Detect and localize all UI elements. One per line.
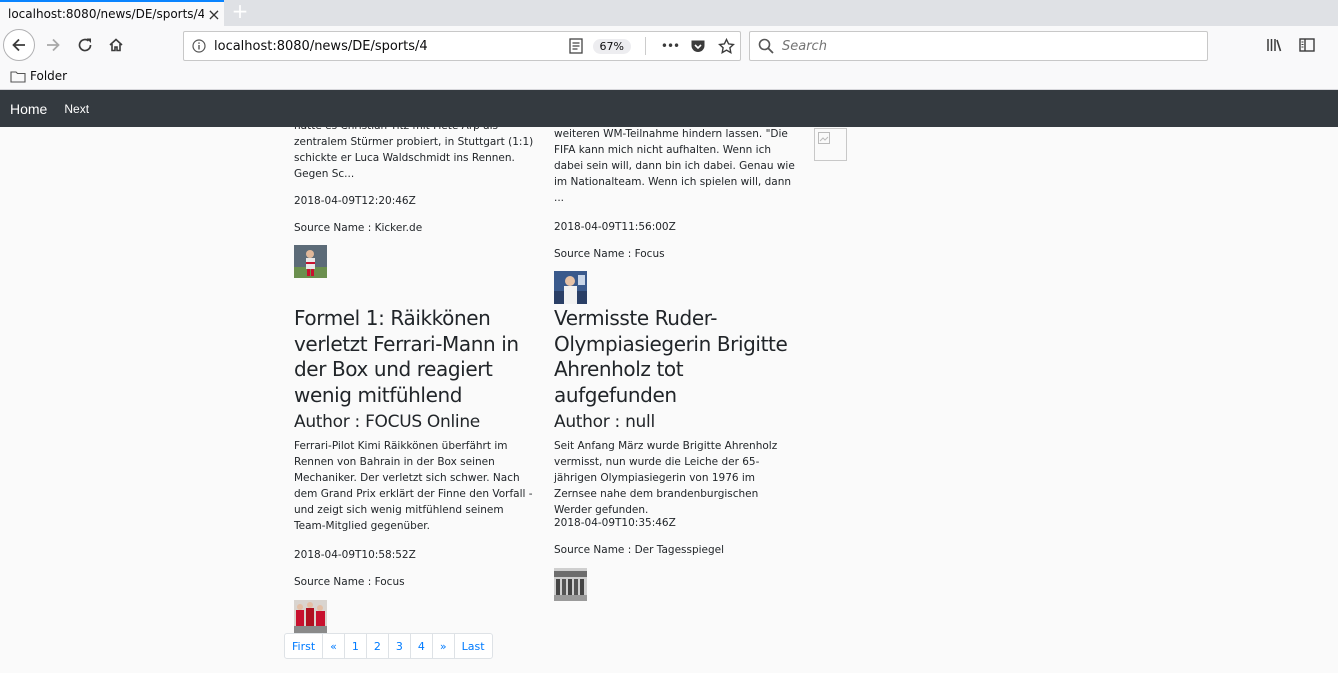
info-icon[interactable] bbox=[184, 39, 214, 53]
folder-icon bbox=[10, 70, 26, 83]
reload-icon bbox=[78, 38, 92, 52]
tab-title: localhost:8080/news/DE/sports/4 bbox=[8, 7, 204, 21]
bookmarks-toolbar: Folder bbox=[0, 66, 1338, 90]
article-source: Source Name : Kicker.de bbox=[294, 222, 423, 234]
search-input[interactable] bbox=[782, 38, 1182, 54]
bookmark-folder[interactable]: Folder bbox=[10, 69, 67, 83]
broken-image-placeholder bbox=[814, 128, 847, 161]
article-date: 2018-04-09T11:56:00Z bbox=[554, 221, 676, 233]
arrow-right-icon bbox=[47, 38, 60, 52]
article-title[interactable]: Vermisste Ruder-Olympiasiegerin Brigitte… bbox=[554, 306, 798, 408]
article-source: Source Name : Der Tagesspiegel bbox=[554, 544, 725, 556]
page-viewport: Home Next hatte es Christian Titz mit Fi… bbox=[0, 90, 1338, 673]
article-author: Author : null bbox=[554, 412, 655, 432]
article-description: hatte es Christian Titz mit Fiete Arp al… bbox=[294, 120, 534, 180]
back-button[interactable] bbox=[3, 29, 35, 61]
page-first-link[interactable]: First bbox=[285, 634, 324, 658]
pocket-icon[interactable] bbox=[684, 39, 712, 54]
page-2-link[interactable]: 2 bbox=[367, 634, 389, 658]
page-1-link[interactable]: 1 bbox=[345, 634, 367, 658]
search-icon bbox=[758, 38, 774, 54]
article-description: Ferrari-Pilot Kimi Räikkönen überfährt i… bbox=[294, 440, 533, 532]
article-source: Source Name : Focus bbox=[554, 248, 665, 260]
sidebar-icon bbox=[1299, 38, 1315, 52]
url-separator bbox=[645, 37, 646, 55]
reader-view-icon[interactable] bbox=[565, 38, 587, 54]
zoom-level-badge[interactable]: 67% bbox=[592, 38, 631, 54]
page-next-link[interactable]: » bbox=[433, 634, 455, 658]
browser-tab[interactable]: localhost:8080/news/DE/sports/4 × bbox=[0, 0, 224, 26]
news-card-partial: weiteren WM-Teilnahme hindern lassen. "D… bbox=[554, 126, 798, 206]
article-description: Seit Anfang März wurde Brigitte Ahrenhol… bbox=[554, 440, 778, 516]
browser-toolbar: localhost:8080/news/DE/sports/4 67% ••• bbox=[0, 26, 1338, 66]
new-tab-button[interactable]: + bbox=[228, 0, 252, 24]
article-thumbnail[interactable] bbox=[554, 271, 798, 304]
close-tab-icon[interactable]: × bbox=[204, 5, 224, 24]
nav-next-link[interactable]: Next bbox=[64, 102, 89, 116]
url-bar[interactable]: localhost:8080/news/DE/sports/4 67% ••• bbox=[183, 31, 741, 61]
page-4-link[interactable]: 4 bbox=[411, 634, 433, 658]
forward-button[interactable] bbox=[38, 30, 68, 60]
article-date: 2018-04-09T10:58:52Z bbox=[294, 549, 416, 561]
reload-button[interactable] bbox=[70, 30, 100, 60]
news-card-partial: hatte es Christian Titz mit Fiete Arp al… bbox=[294, 118, 538, 182]
article-thumbnail[interactable] bbox=[294, 600, 538, 633]
bookmark-folder-label: Folder bbox=[30, 69, 68, 83]
page-prev-link[interactable]: « bbox=[323, 634, 345, 658]
url-text[interactable]: localhost:8080/news/DE/sports/4 bbox=[214, 39, 565, 54]
news-card: Formel 1: Räikkönen verletzt Ferrari-Man… bbox=[294, 306, 538, 534]
broken-image-icon bbox=[818, 132, 830, 144]
search-bar[interactable] bbox=[749, 31, 1208, 61]
more-actions-icon[interactable]: ••• bbox=[656, 39, 684, 53]
article-date: 2018-04-09T12:20:46Z bbox=[294, 195, 416, 207]
bookmark-star-icon[interactable] bbox=[712, 37, 740, 55]
tab-bar: localhost:8080/news/DE/sports/4 × + bbox=[0, 0, 1338, 26]
article-description: weiteren WM-Teilnahme hindern lassen. "D… bbox=[554, 128, 795, 204]
article-thumbnail[interactable] bbox=[554, 568, 798, 601]
library-icon bbox=[1267, 39, 1282, 52]
sidebar-toggle-button[interactable] bbox=[1292, 30, 1322, 60]
article-date: 2018-04-09T10:35:46Z bbox=[554, 517, 676, 529]
library-button[interactable] bbox=[1260, 30, 1290, 60]
home-button[interactable] bbox=[101, 30, 131, 60]
site-navbar: Home Next bbox=[0, 90, 1338, 127]
article-author: Author : FOCUS Online bbox=[294, 412, 480, 432]
article-title[interactable]: Formel 1: Räikkönen verletzt Ferrari-Man… bbox=[294, 306, 538, 408]
home-icon bbox=[109, 38, 123, 52]
nav-home-link[interactable]: Home bbox=[10, 101, 47, 117]
page-3-link[interactable]: 3 bbox=[389, 634, 411, 658]
news-card: Vermisste Ruder-Olympiasiegerin Brigitte… bbox=[554, 306, 798, 518]
arrow-left-icon bbox=[12, 38, 25, 52]
page-last-link[interactable]: Last bbox=[455, 634, 492, 658]
pagination: First « 1 2 3 4 » Last bbox=[284, 633, 493, 659]
article-source: Source Name : Focus bbox=[294, 576, 405, 588]
article-thumbnail[interactable] bbox=[294, 245, 538, 278]
